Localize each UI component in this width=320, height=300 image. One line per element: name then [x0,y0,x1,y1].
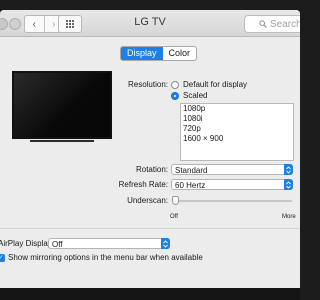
resolution-list[interactable]: 1080p 1080i 720p 1600 × 900 [180,103,294,161]
tv-display-image [12,71,112,139]
tab-display[interactable]: Display [121,47,163,60]
radio-label: Scaled [183,91,208,100]
refresh-rate-value: 60 Hertz [175,181,206,190]
radio-button-selected[interactable] [171,91,179,100]
toolbar: ‹ › LG TV Search [0,10,300,37]
rotation-label: Rotation: [135,165,168,174]
rotation-select[interactable]: Standard [171,164,293,175]
radio-button[interactable] [171,80,179,89]
refresh-rate-select[interactable]: 60 Hertz [171,179,293,190]
resolution-label: Resolution: [127,80,168,89]
chevron-updown-icon [161,238,170,249]
checkmark-icon[interactable]: ✓ [0,253,5,262]
list-item[interactable]: 1080p [181,104,293,114]
mirroring-option[interactable]: ✓ Show mirroring options in the menu bar… [0,253,203,262]
rotation-value: Standard [175,166,208,175]
airplay-display-select[interactable]: Off [48,238,170,249]
airplay-display-value: Off [52,240,63,249]
mirroring-label: Show mirroring options in the menu bar w… [8,253,203,262]
airplay-display-label: AirPlay Display: [0,239,55,248]
underscan-min-label: Off [170,214,178,220]
desktop-background [0,288,300,300]
preferences-window: ‹ › LG TV Search Display Color Resolutio… [0,10,300,288]
radio-label: Default for display [183,80,248,89]
underscan-slider-knob[interactable] [172,196,179,205]
list-item[interactable]: 1080i [181,114,293,124]
underscan-label: Underscan: [127,196,168,205]
tab-bar: Display Color [120,46,198,61]
radio-default-for-display[interactable]: Default for display [171,80,247,89]
underscan-slider-track[interactable] [174,200,292,202]
underscan-max-label: More [282,214,296,220]
chevron-updown-icon [284,164,293,175]
chevron-updown-icon [284,179,293,190]
list-item[interactable]: 720p [181,124,293,134]
tv-stand-image [30,140,94,142]
refresh-rate-label: Refresh Rate: [118,180,168,189]
search-placeholder: Search [270,18,300,30]
search-icon [259,20,267,28]
search-field[interactable]: Search [244,15,300,33]
tab-color[interactable]: Color [163,47,197,60]
radio-scaled[interactable]: Scaled [171,91,207,100]
list-item[interactable]: 1600 × 900 [181,134,293,144]
divider [0,228,300,229]
